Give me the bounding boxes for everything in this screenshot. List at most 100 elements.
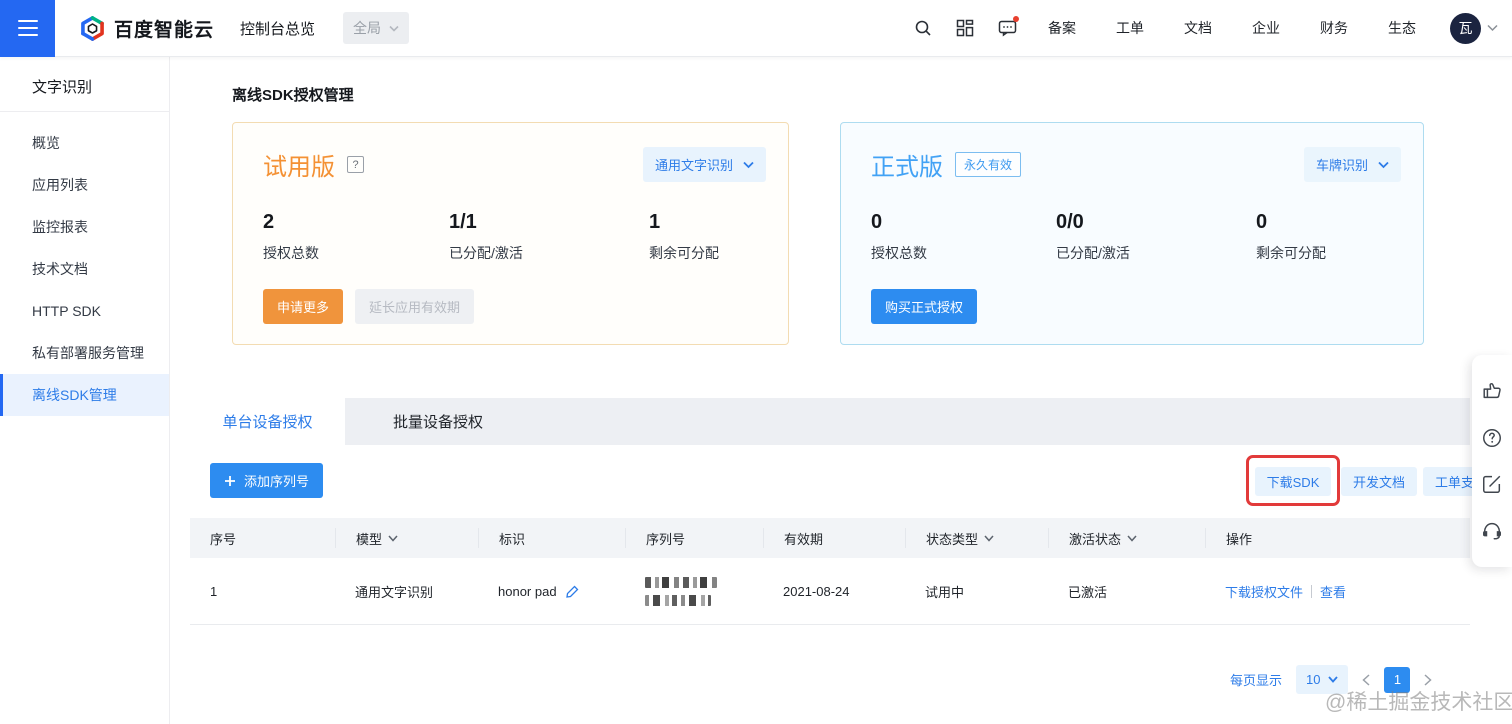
serial-number-table: 序号 模型 标识 序列号 有效期 状态类型 激活状态 操作 1 通用文字识别 h…: [190, 518, 1470, 625]
th-status-type[interactable]: 状态类型: [905, 528, 1048, 548]
stat-value: 0: [871, 211, 883, 233]
per-page-label: 每页显示: [1230, 673, 1283, 688]
avatar-chevron-down-icon[interactable]: [1487, 24, 1498, 32]
region-selector-dropdown[interactable]: 全局: [343, 12, 410, 44]
brand-logo[interactable]: 百度智能云: [79, 15, 214, 42]
nav-item-beian[interactable]: 备案: [1028, 18, 1096, 38]
sidebar-item-app-list[interactable]: 应用列表: [0, 164, 169, 206]
sidebar-item-tech-docs[interactable]: 技术文档: [0, 248, 169, 290]
sidebar-item-http-sdk[interactable]: HTTP SDK: [0, 290, 169, 332]
notification-dot: [1013, 16, 1019, 22]
stat-value: 0/0: [1056, 211, 1084, 233]
help-icon[interactable]: [347, 156, 364, 173]
th-actions: 操作: [1205, 528, 1470, 548]
cell-activation-status: 已激活: [1068, 584, 1108, 600]
dev-docs-button[interactable]: 开发文档: [1341, 467, 1417, 496]
message-icon[interactable]: [986, 8, 1028, 48]
permanent-validity-badge: 永久有效: [955, 152, 1022, 177]
identifier-text: honor pad: [498, 583, 557, 599]
edit-pencil-icon[interactable]: [565, 584, 580, 599]
trial-model-dropdown[interactable]: 通用文字识别: [642, 147, 766, 182]
official-stat-remaining: 0 剩余可分配: [1256, 211, 1326, 263]
filter-chevron-icon[interactable]: [1127, 535, 1137, 542]
cell-index: 1: [210, 583, 218, 599]
top-navbar: 百度智能云 控制台总览 全局 备案 工单 文档 企业 财务 生态 瓦: [0, 0, 1512, 57]
official-model-value: 车牌识别: [1315, 158, 1368, 173]
stat-value: 1: [649, 211, 661, 233]
per-page-dropdown[interactable]: 10: [1296, 665, 1349, 694]
sidebar-item-private-deploy[interactable]: 私有部署服务管理: [0, 332, 169, 374]
device-auth-tabbar: 单台设备授权 批量设备授权: [190, 398, 1470, 445]
chevron-down-icon: [743, 161, 754, 169]
nav-item-shengtai[interactable]: 生态: [1368, 18, 1436, 38]
page-number-current[interactable]: 1: [1384, 666, 1411, 693]
pagination: 每页显示 10 1: [1230, 665, 1433, 694]
stat-label: 已分配/激活: [1056, 245, 1130, 261]
sidebar: 文字识别 概览 应用列表 监控报表 技术文档 HTTP SDK 私有部署服务管理…: [0, 57, 170, 724]
official-stat-allocated: 0/0 已分配/激活: [1056, 211, 1130, 263]
trial-model-value: 通用文字识别: [654, 158, 733, 173]
prev-page-icon[interactable]: [1362, 673, 1370, 686]
plus-icon: [224, 475, 236, 487]
user-avatar[interactable]: 瓦: [1450, 12, 1481, 44]
next-page-icon[interactable]: [1424, 673, 1433, 686]
thumbs-up-icon[interactable]: [1481, 380, 1503, 402]
download-license-file-link[interactable]: 下载授权文件: [1225, 582, 1303, 601]
stat-label: 已分配/激活: [449, 245, 523, 261]
tab-single-device-auth[interactable]: 单台设备授权: [190, 398, 345, 445]
th-validity: 有效期: [763, 528, 905, 548]
trial-stat-remaining: 1 剩余可分配: [649, 211, 719, 263]
stat-label: 授权总数: [263, 245, 319, 261]
nav-item-qiye[interactable]: 企业: [1232, 18, 1300, 38]
serial-number-redacted: [645, 576, 717, 606]
headset-support-icon[interactable]: [1481, 520, 1503, 542]
trial-card-title: 试用版: [263, 154, 335, 181]
table-row: 1 通用文字识别 honor pad 2021-08-24 试用中 已激活 下载…: [190, 558, 1470, 625]
stat-value: 1/1: [449, 211, 477, 233]
th-activation-status[interactable]: 激活状态: [1048, 528, 1205, 548]
search-icon[interactable]: [902, 8, 944, 48]
cell-actions: 下载授权文件 查看: [1205, 582, 1470, 601]
sidebar-item-monitor-report[interactable]: 监控报表: [0, 206, 169, 248]
download-sdk-button[interactable]: 下载SDK: [1255, 467, 1331, 496]
trial-version-card: 试用版 通用文字识别 2 授权总数 1/1 已分配/激活 1 剩余可分配 申请更…: [232, 122, 789, 345]
stat-value: 2: [263, 211, 275, 233]
buy-official-license-button[interactable]: 购买正式授权: [871, 289, 978, 324]
stat-label: 授权总数: [871, 245, 927, 261]
extend-validity-button[interactable]: 延长应用有效期: [355, 289, 475, 324]
nav-item-gongdan[interactable]: 工单: [1096, 18, 1164, 38]
trial-stat-allocated: 1/1 已分配/激活: [449, 211, 523, 263]
nav-item-caiwu[interactable]: 财务: [1300, 18, 1368, 38]
hamburger-menu-button[interactable]: [0, 0, 55, 57]
official-stat-total: 0 授权总数: [871, 211, 927, 263]
link-separator: [1311, 584, 1313, 598]
table-header-row: 序号 模型 标识 序列号 有效期 状态类型 激活状态 操作: [190, 518, 1470, 558]
stat-value: 0: [1256, 211, 1268, 233]
products-grid-icon[interactable]: [944, 8, 986, 48]
console-overview-link[interactable]: 控制台总览: [240, 18, 315, 39]
th-model[interactable]: 模型: [335, 528, 478, 548]
chevron-down-icon: [1328, 676, 1339, 683]
nav-right-group: 备案 工单 文档 企业 财务 生态 瓦: [902, 8, 1512, 48]
cell-validity: 2021-08-24: [783, 583, 850, 599]
filter-chevron-icon[interactable]: [984, 535, 994, 542]
chevron-down-icon: [1378, 161, 1389, 169]
apply-more-button[interactable]: 申请更多: [263, 289, 344, 324]
trial-stat-total: 2 授权总数: [263, 211, 319, 263]
sidebar-item-overview[interactable]: 概览: [0, 122, 169, 164]
sidebar-title: 文字识别: [32, 79, 93, 96]
tab-batch-device-auth[interactable]: 批量设备授权: [345, 398, 531, 445]
add-serial-number-button[interactable]: 添加序列号: [210, 463, 324, 498]
stat-label: 剩余可分配: [649, 245, 719, 261]
official-version-card: 正式版 永久有效 车牌识别 0 授权总数 0/0 已分配/激活 0 剩余可分配 …: [840, 122, 1424, 345]
filter-chevron-icon[interactable]: [388, 535, 398, 542]
view-link[interactable]: 查看: [1320, 582, 1346, 601]
nav-item-wendang[interactable]: 文档: [1164, 18, 1232, 38]
feedback-edit-icon[interactable]: [1481, 473, 1503, 495]
help-circle-icon[interactable]: [1481, 427, 1503, 449]
page-title: 离线SDK授权管理: [232, 87, 354, 104]
cell-serial: [625, 576, 763, 606]
sidebar-item-offline-sdk[interactable]: 离线SDK管理: [0, 374, 169, 416]
official-model-dropdown[interactable]: 车牌识别: [1303, 147, 1401, 182]
baidu-cloud-hexagon-icon: [79, 15, 106, 42]
